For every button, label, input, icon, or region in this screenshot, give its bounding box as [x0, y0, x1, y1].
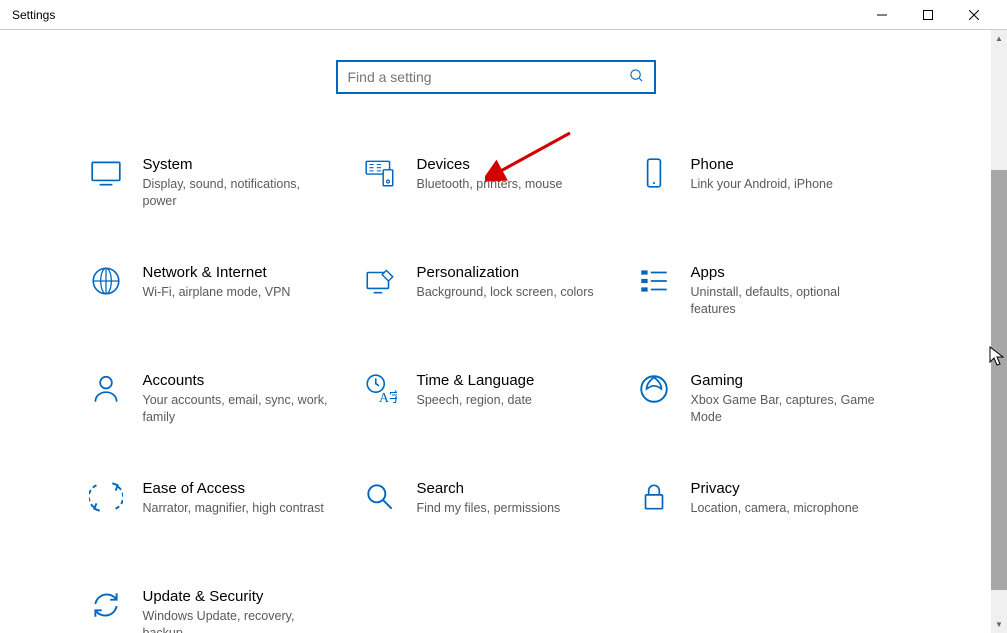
tile-gaming[interactable]: Gaming Xbox Game Bar, captures, Game Mod…: [635, 370, 905, 430]
system-icon: [87, 154, 125, 192]
paint-icon: [361, 262, 399, 300]
tile-desc: Location, camera, microphone: [691, 500, 859, 517]
tile-accounts[interactable]: Accounts Your accounts, email, sync, wor…: [87, 370, 357, 430]
apps-icon: [635, 262, 673, 300]
magnifier-icon: [361, 478, 399, 516]
content-area: System Display, sound, notifications, po…: [0, 30, 991, 633]
tile-title: Update & Security: [143, 588, 333, 605]
tile-desc: Your accounts, email, sync, work, family: [143, 392, 333, 426]
tile-title: Gaming: [691, 372, 881, 389]
tile-title: Time & Language: [417, 372, 535, 389]
tile-update-security[interactable]: Update & Security Windows Update, recove…: [87, 586, 357, 633]
tile-title: Search: [417, 480, 561, 497]
minimize-button[interactable]: [859, 0, 905, 30]
time-language-icon: A字: [361, 370, 399, 408]
globe-icon: [87, 262, 125, 300]
svg-text:A字: A字: [378, 390, 396, 405]
vertical-scrollbar[interactable]: ▲ ▼: [991, 30, 1007, 633]
tile-desc: Xbox Game Bar, captures, Game Mode: [691, 392, 881, 426]
settings-grid: System Display, sound, notifications, po…: [0, 154, 991, 633]
tile-desc: Find my files, permissions: [417, 500, 561, 517]
phone-icon: [635, 154, 673, 192]
scroll-up-arrow[interactable]: ▲: [991, 30, 1007, 47]
ease-of-access-icon: [87, 478, 125, 516]
tile-apps[interactable]: Apps Uninstall, defaults, optional featu…: [635, 262, 905, 322]
lock-icon: [635, 478, 673, 516]
tile-personalization[interactable]: Personalization Background, lock screen,…: [361, 262, 631, 322]
tile-title: System: [143, 156, 333, 173]
person-icon: [87, 370, 125, 408]
gaming-icon: [635, 370, 673, 408]
tile-title: Ease of Access: [143, 480, 324, 497]
devices-icon: [361, 154, 399, 192]
tile-desc: Background, lock screen, colors: [417, 284, 594, 301]
search-container: [0, 60, 991, 94]
tile-desc: Speech, region, date: [417, 392, 535, 409]
tile-desc: Wi-Fi, airplane mode, VPN: [143, 284, 291, 301]
maximize-button[interactable]: [905, 0, 951, 30]
tile-title: Apps: [691, 264, 881, 281]
search-box[interactable]: [336, 60, 656, 94]
update-icon: [87, 586, 125, 624]
search-input[interactable]: [348, 62, 629, 92]
search-icon: [629, 68, 644, 86]
tile-title: Personalization: [417, 264, 594, 281]
tile-system[interactable]: System Display, sound, notifications, po…: [87, 154, 357, 214]
tile-title: Devices: [417, 156, 563, 173]
tile-ease-of-access[interactable]: Ease of Access Narrator, magnifier, high…: [87, 478, 357, 538]
close-button[interactable]: [951, 0, 997, 30]
tile-title: Privacy: [691, 480, 859, 497]
tile-privacy[interactable]: Privacy Location, camera, microphone: [635, 478, 905, 538]
tile-title: Accounts: [143, 372, 333, 389]
tile-desc: Display, sound, notifications, power: [143, 176, 333, 210]
tile-title: Phone: [691, 156, 833, 173]
scroll-down-arrow[interactable]: ▼: [991, 616, 1007, 633]
titlebar: Settings: [0, 0, 1007, 30]
tile-desc: Bluetooth, printers, mouse: [417, 176, 563, 193]
tile-devices[interactable]: Devices Bluetooth, printers, mouse: [361, 154, 631, 214]
tile-desc: Windows Update, recovery, backup: [143, 608, 333, 633]
window-title: Settings: [12, 8, 859, 22]
scrollbar-thumb[interactable]: [991, 170, 1007, 590]
tile-title: Network & Internet: [143, 264, 291, 281]
tile-network[interactable]: Network & Internet Wi-Fi, airplane mode,…: [87, 262, 357, 322]
tile-desc: Link your Android, iPhone: [691, 176, 833, 193]
tile-time-language[interactable]: A字 Time & Language Speech, region, date: [361, 370, 631, 430]
tile-desc: Narrator, magnifier, high contrast: [143, 500, 324, 517]
window-controls: [859, 0, 997, 30]
tile-search[interactable]: Search Find my files, permissions: [361, 478, 631, 538]
tile-desc: Uninstall, defaults, optional features: [691, 284, 881, 318]
tile-phone[interactable]: Phone Link your Android, iPhone: [635, 154, 905, 214]
